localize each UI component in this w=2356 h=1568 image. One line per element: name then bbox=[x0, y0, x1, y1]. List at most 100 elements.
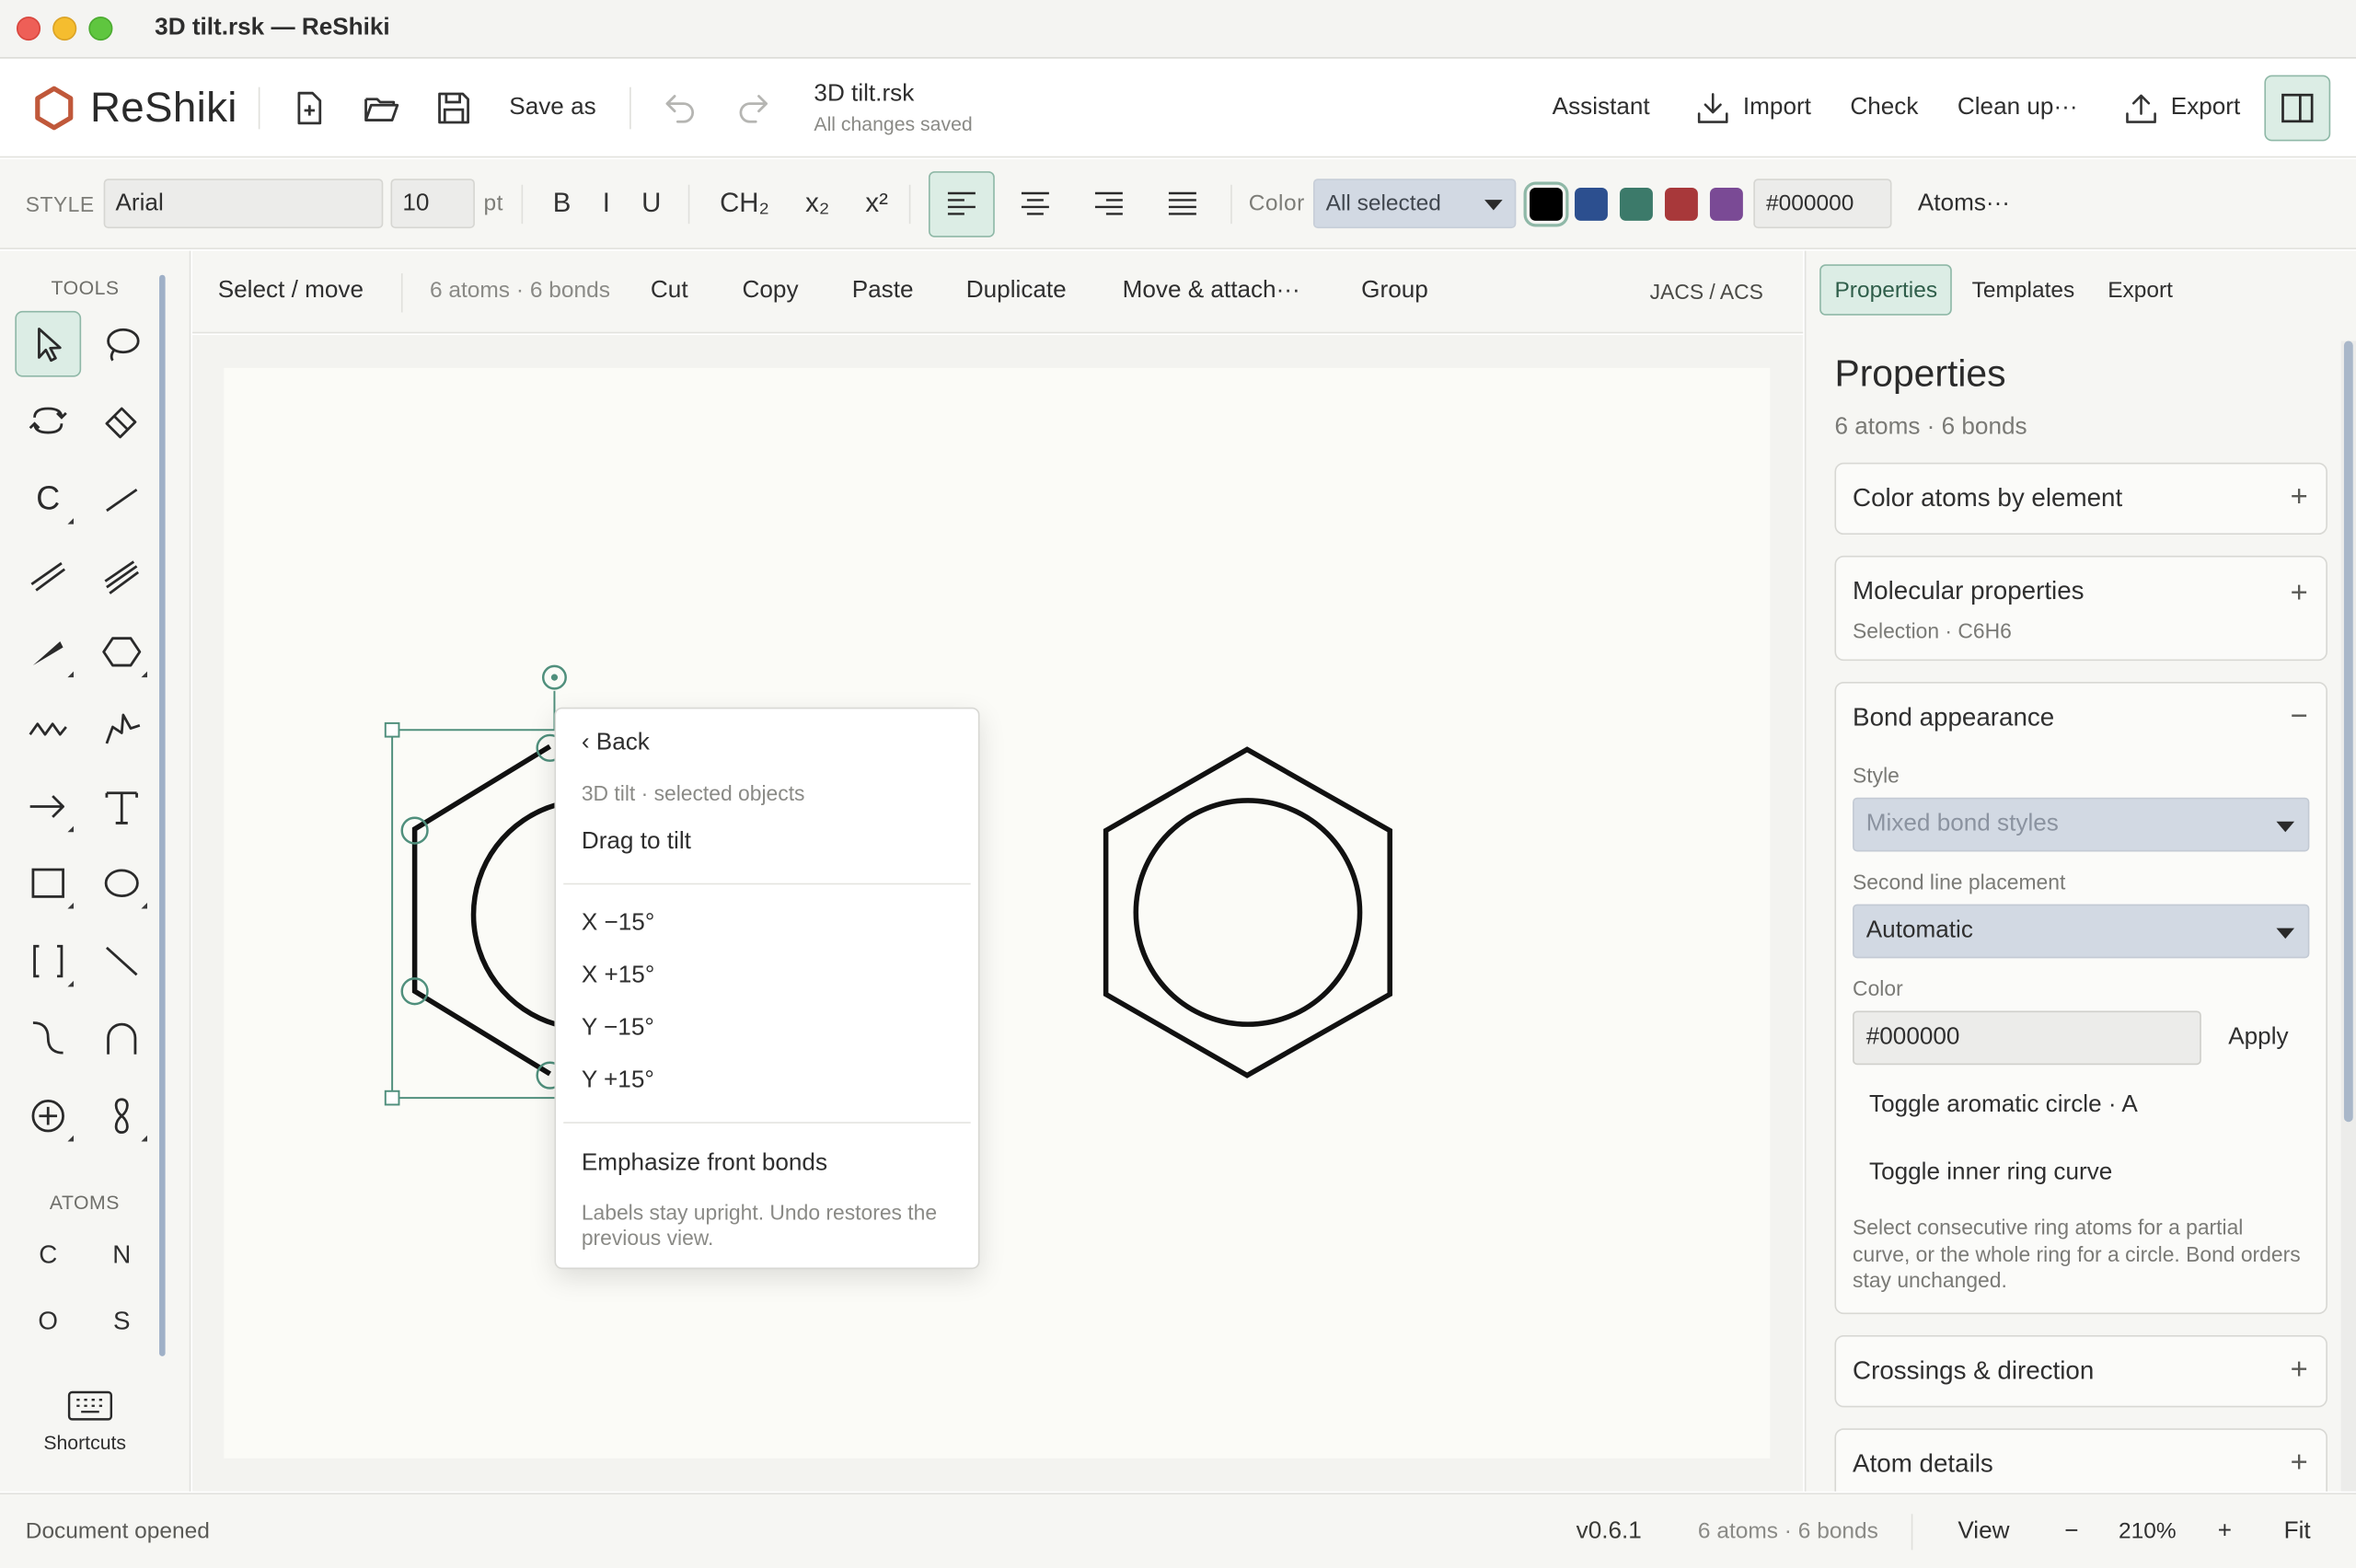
underline-button[interactable]: U bbox=[641, 188, 661, 219]
minimize-window-button[interactable] bbox=[52, 16, 77, 41]
subscript-button[interactable]: x₂ bbox=[805, 188, 829, 219]
undo-icon[interactable] bbox=[661, 88, 699, 127]
tilt-x-minus-item[interactable]: X −15° bbox=[582, 910, 654, 937]
open-folder-icon[interactable] bbox=[362, 88, 400, 127]
crossings-section[interactable]: Crossings & direction + bbox=[1834, 1335, 2327, 1408]
swatch-purple[interactable] bbox=[1710, 187, 1744, 221]
shortcuts-button[interactable]: Shortcuts bbox=[43, 1431, 126, 1453]
atom-carbon-button[interactable]: C bbox=[26, 1240, 71, 1271]
carbon-chain-tool[interactable]: C bbox=[15, 466, 81, 532]
font-family-field[interactable]: Arial bbox=[103, 179, 384, 229]
expand-icon[interactable]: + bbox=[2291, 577, 2308, 612]
zoom-out-button[interactable]: − bbox=[2064, 1518, 2078, 1545]
duplicate-button[interactable]: Duplicate bbox=[966, 278, 1067, 305]
eraser-tool[interactable] bbox=[88, 387, 155, 454]
curve-tool[interactable] bbox=[15, 1005, 81, 1071]
panel-toggle-button[interactable] bbox=[2264, 75, 2331, 142]
expand-icon[interactable]: + bbox=[2291, 480, 2308, 515]
collapse-icon[interactable]: − bbox=[2291, 700, 2308, 735]
style-preset-button[interactable]: JACS / ACS bbox=[1650, 280, 1763, 304]
toggle-inner-curve-button[interactable]: Toggle inner ring curve bbox=[1869, 1159, 2112, 1186]
emphasize-front-bonds-item[interactable]: Emphasize front bonds bbox=[582, 1150, 827, 1177]
align-left-button[interactable] bbox=[929, 170, 995, 237]
export-button[interactable]: Export bbox=[2123, 90, 2240, 126]
text-tool[interactable] bbox=[88, 774, 155, 840]
swatch-red[interactable] bbox=[1665, 187, 1699, 221]
atoms-menu-button[interactable]: Atoms··· bbox=[1918, 190, 2010, 216]
group-button[interactable]: Group bbox=[1361, 278, 1428, 305]
expand-icon[interactable]: + bbox=[2291, 1447, 2308, 1482]
wedge-bond-tool[interactable] bbox=[15, 618, 81, 685]
atom-oxygen-button[interactable]: O bbox=[26, 1307, 71, 1337]
canvas-area[interactable] bbox=[191, 334, 1804, 1492]
zoom-window-button[interactable] bbox=[88, 16, 113, 41]
clean-up-button[interactable]: Clean up··· bbox=[1958, 95, 2078, 121]
italic-button[interactable]: I bbox=[603, 188, 610, 219]
charge-tool[interactable] bbox=[15, 1083, 81, 1149]
new-file-icon[interactable] bbox=[290, 88, 329, 127]
drag-to-tilt-item[interactable]: Drag to tilt bbox=[582, 829, 691, 856]
font-size-field[interactable]: 10 bbox=[390, 179, 475, 229]
atom-nitrogen-button[interactable]: N bbox=[99, 1240, 144, 1271]
back-menu-item[interactable]: ‹ Back bbox=[582, 730, 650, 756]
tilt-y-minus-item[interactable]: Y −15° bbox=[582, 1015, 654, 1042]
tilt-y-plus-item[interactable]: Y +15° bbox=[582, 1067, 654, 1094]
view-menu-button[interactable]: View bbox=[1958, 1518, 2009, 1545]
document-page[interactable] bbox=[224, 367, 1771, 1458]
import-button[interactable]: Import bbox=[1695, 90, 1811, 126]
orbital-tool[interactable] bbox=[88, 1083, 155, 1149]
swatch-black[interactable] bbox=[1530, 187, 1564, 221]
rotate-tool[interactable] bbox=[15, 387, 81, 454]
close-window-button[interactable] bbox=[16, 16, 41, 41]
apply-button[interactable]: Apply bbox=[2228, 1024, 2288, 1051]
tab-templates[interactable]: Templates bbox=[1958, 264, 2088, 315]
bond-style-dropdown[interactable]: Mixed bond styles bbox=[1853, 797, 2310, 852]
ellipse-tool[interactable] bbox=[88, 850, 155, 917]
zoom-in-button[interactable]: + bbox=[2218, 1518, 2232, 1545]
save-as-button[interactable]: Save as bbox=[509, 95, 595, 121]
keyboard-icon[interactable] bbox=[67, 1389, 113, 1430]
bond-color-field[interactable]: #000000 bbox=[1853, 1010, 2201, 1066]
fit-button[interactable]: Fit bbox=[2284, 1518, 2311, 1545]
move-attach-button[interactable]: Move & attach··· bbox=[1123, 278, 1300, 305]
freehand-tool[interactable] bbox=[88, 696, 155, 762]
ring-tool[interactable] bbox=[88, 618, 155, 685]
atom-details-section[interactable]: Atom details + bbox=[1834, 1428, 2327, 1492]
tab-export[interactable]: Export bbox=[2095, 264, 2187, 315]
paste-button[interactable]: Paste bbox=[852, 278, 914, 305]
color-target-dropdown[interactable]: All selected bbox=[1313, 179, 1517, 229]
chain-tool[interactable] bbox=[15, 696, 81, 762]
tools-scrollbar[interactable] bbox=[159, 274, 166, 1356]
assistant-button[interactable]: Assistant bbox=[1553, 95, 1650, 121]
justify-button[interactable] bbox=[1156, 177, 1210, 231]
atom-sulfur-button[interactable]: S bbox=[99, 1307, 144, 1337]
select-tool[interactable] bbox=[15, 310, 82, 377]
color-atoms-section[interactable]: Color atoms by element + bbox=[1834, 462, 2327, 536]
ch2-button[interactable]: CH₂ bbox=[720, 188, 769, 219]
check-button[interactable]: Check bbox=[1850, 95, 1918, 121]
save-icon[interactable] bbox=[434, 88, 473, 127]
rectangle-tool[interactable] bbox=[15, 850, 81, 917]
bold-button[interactable]: B bbox=[553, 188, 572, 219]
swatch-green[interactable] bbox=[1620, 187, 1654, 221]
align-right-button[interactable] bbox=[1082, 177, 1137, 231]
toggle-aromatic-button[interactable]: Toggle aromatic circle · A bbox=[1869, 1092, 2138, 1119]
bracket-tool[interactable] bbox=[15, 928, 81, 995]
expand-icon[interactable]: + bbox=[2291, 1354, 2308, 1389]
cut-button[interactable]: Cut bbox=[651, 278, 688, 305]
line-tool[interactable] bbox=[88, 928, 155, 995]
arrow-tool[interactable] bbox=[15, 774, 81, 840]
tilt-x-plus-item[interactable]: X +15° bbox=[582, 963, 654, 989]
double-bond-tool[interactable] bbox=[15, 542, 81, 608]
triple-bond-tool[interactable] bbox=[88, 542, 155, 608]
superscript-button[interactable]: x² bbox=[865, 188, 887, 219]
lasso-tool[interactable] bbox=[88, 311, 155, 377]
molecular-properties-section[interactable]: Molecular properties + Selection · C6H6 bbox=[1834, 555, 2327, 662]
arc-tool[interactable] bbox=[88, 1005, 155, 1071]
panel-scrollbar[interactable] bbox=[2340, 340, 2356, 1492]
redo-icon[interactable] bbox=[733, 88, 771, 127]
copy-button[interactable]: Copy bbox=[743, 278, 799, 305]
second-line-dropdown[interactable]: Automatic bbox=[1853, 904, 2310, 959]
hex-color-field[interactable]: #000000 bbox=[1753, 179, 1893, 229]
tab-properties[interactable]: Properties bbox=[1819, 264, 1953, 316]
